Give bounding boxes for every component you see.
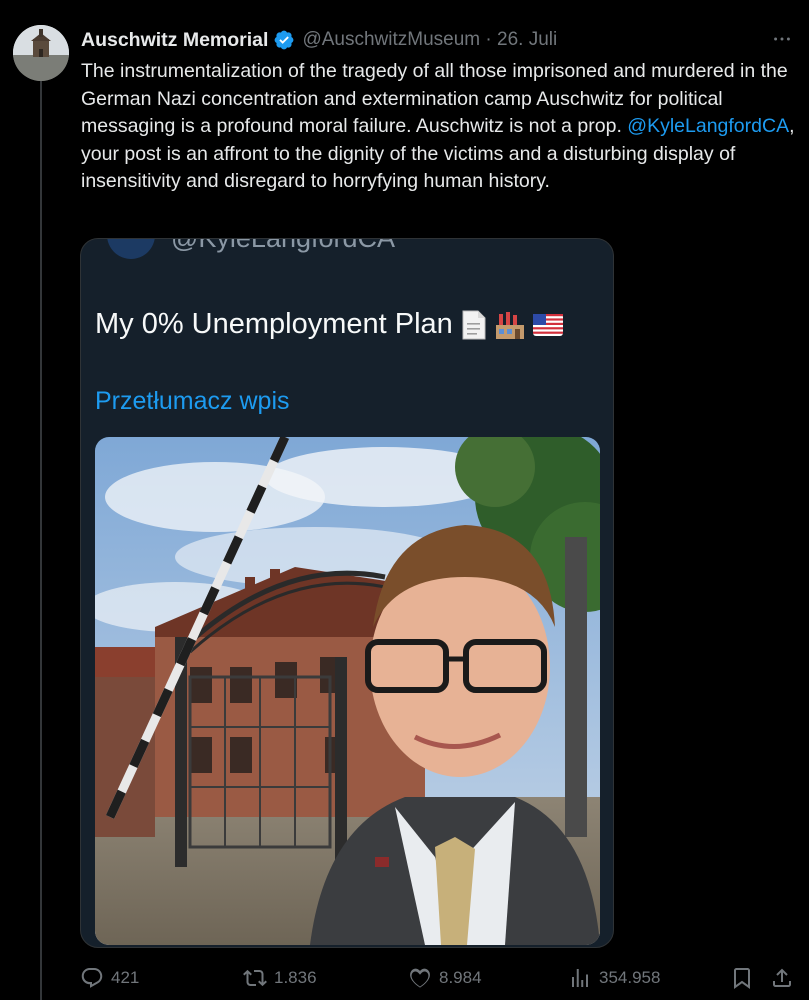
like-count: 8.984 bbox=[439, 968, 482, 987]
translate-post-link[interactable]: Przetłumacz wpis bbox=[95, 387, 290, 416]
mention-link[interactable]: @KyleLangfordCA bbox=[627, 115, 789, 137]
quoted-text-row: My 0% Unemployment Plan bbox=[95, 308, 563, 341]
views-icon bbox=[572, 969, 588, 987]
quoted-text: My 0% Unemployment Plan bbox=[95, 308, 453, 340]
reply-button[interactable]: 421 bbox=[80, 962, 139, 994]
page-facing-up-icon bbox=[462, 310, 486, 339]
separator-dot: · bbox=[485, 29, 492, 50]
reply-icon bbox=[81, 968, 103, 988]
action-bar: 421 1.836 8.984 354.958 bbox=[80, 962, 795, 994]
views-count: 354.958 bbox=[599, 968, 661, 987]
more-options-icon[interactable] bbox=[769, 26, 795, 52]
photo-illustration bbox=[95, 437, 600, 945]
post-text: The instrumentalization of the tragedy o… bbox=[81, 58, 796, 196]
like-button[interactable]: 8.984 bbox=[408, 962, 482, 994]
heart-icon bbox=[410, 968, 430, 988]
bookmark-icon bbox=[734, 968, 750, 989]
repost-icon bbox=[243, 969, 267, 987]
post-date[interactable]: 26. Juli bbox=[497, 29, 557, 50]
author-name[interactable]: Auschwitz Memorial bbox=[81, 29, 268, 52]
share-button[interactable] bbox=[770, 962, 794, 994]
us-flag-icon bbox=[532, 313, 563, 336]
repost-count: 1.836 bbox=[274, 968, 317, 987]
quoted-photo[interactable] bbox=[95, 437, 600, 945]
repost-button[interactable]: 1.836 bbox=[243, 962, 317, 994]
quoted-post[interactable]: @KyleLangfordCA My 0% Unemployment Plan bbox=[80, 238, 614, 948]
thread-line bbox=[40, 78, 42, 1000]
quoted-handle: @KyleLangfordCA bbox=[171, 238, 396, 253]
avatar[interactable] bbox=[13, 25, 69, 81]
reply-count: 421 bbox=[111, 968, 140, 987]
verified-badge-icon bbox=[273, 29, 295, 51]
avatar-gate-image bbox=[13, 25, 69, 81]
share-icon bbox=[773, 968, 791, 987]
bookmark-button[interactable] bbox=[730, 962, 754, 994]
factory-icon bbox=[495, 311, 524, 339]
author-handle[interactable]: @AuschwitzMuseum bbox=[302, 29, 480, 50]
post-header: Auschwitz Memorial @AuschwitzMuseum · 26… bbox=[81, 27, 557, 53]
views-button[interactable]: 354.958 bbox=[568, 962, 660, 994]
quoted-avatar bbox=[107, 239, 155, 259]
